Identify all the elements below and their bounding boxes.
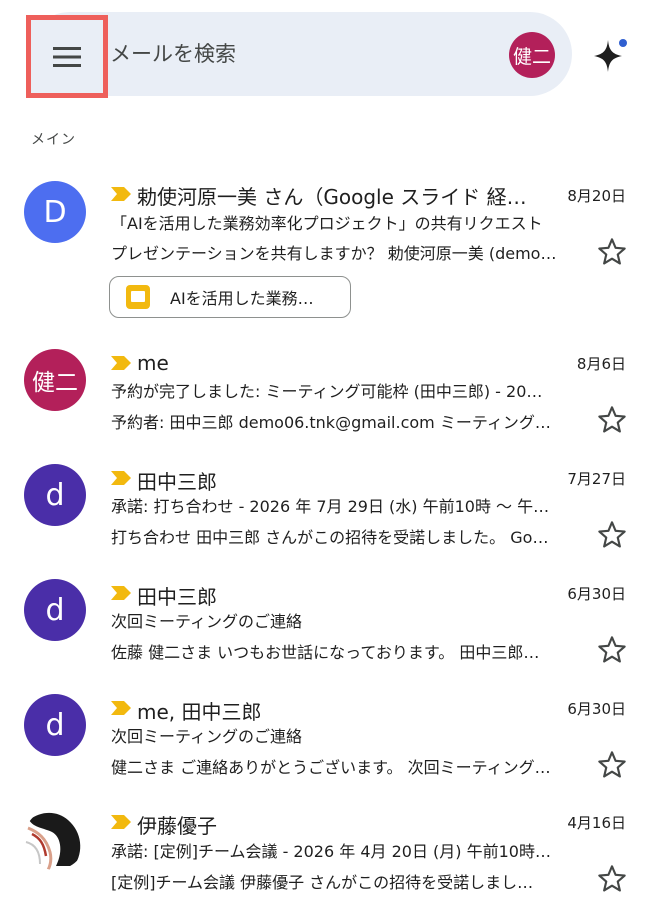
email-sender: me xyxy=(137,351,169,375)
attachment-chip[interactable]: AIを活用した業務… xyxy=(109,276,351,318)
sender-avatar[interactable]: d xyxy=(24,579,86,641)
sender-photo-avatar[interactable] xyxy=(24,808,86,870)
star-icon[interactable] xyxy=(596,404,628,436)
email-sender: 勅使河原一美 さん（Google スライド 経… xyxy=(137,185,527,209)
email-snippet: プレゼンテーションを共有しますか？ 勅使河原一美 (demo… xyxy=(111,244,557,263)
importance-marker-icon xyxy=(111,471,131,485)
importance-marker-icon xyxy=(111,815,131,829)
email-date: 8月6日 xyxy=(576,355,626,373)
google-slides-icon xyxy=(126,285,150,309)
sender-avatar[interactable]: d xyxy=(24,464,86,526)
star-icon[interactable] xyxy=(596,749,628,781)
sender-avatar[interactable]: d xyxy=(24,694,86,756)
email-date: 4月16日 xyxy=(567,814,626,832)
email-subject: 承諾: 打ち合わせ - 2026 年 7月 29日 (水) 午前10時 ～ 午… xyxy=(111,497,550,516)
email-snippet: 健二さま ご連絡ありがとうございます。 次回ミーティング… xyxy=(111,758,551,777)
email-sender: 田中三郎 xyxy=(137,470,217,494)
sender-avatar[interactable]: 健二 xyxy=(24,349,86,411)
star-icon[interactable] xyxy=(596,863,628,895)
email-sender: 田中三郎 xyxy=(137,585,217,609)
email-subject: 次回ミーティングのご連絡 xyxy=(111,612,303,631)
star-icon[interactable] xyxy=(596,236,628,268)
importance-marker-icon xyxy=(111,701,131,715)
email-snippet: [定例]チーム会議 伊藤優子 さんがこの招待を受諾しまし… xyxy=(111,873,534,892)
gemini-sparkle-icon[interactable] xyxy=(590,36,630,76)
email-subject: 予約が完了しました: ミーティング可能枠 (田中三郎) - 20… xyxy=(111,382,543,401)
importance-marker-icon xyxy=(111,356,131,370)
email-date: 7月27日 xyxy=(567,470,626,488)
hamburger-menu-icon xyxy=(53,46,81,67)
email-subject: 「AIを活用した業務効率化プロジェクト」の共有リクエスト xyxy=(111,214,543,233)
email-subject: 次回ミーティングのご連絡 xyxy=(111,727,303,746)
email-snippet: 打ち合わせ 田中三郎 さんがこの招待を受諾しました。 Go… xyxy=(111,528,549,547)
email-subject: 承諾: [定例]チーム会議 - 2026 年 4月 20日 (月) 午前10時… xyxy=(111,842,551,861)
email-snippet: 予約者: 田中三郎 demo06.tnk@gmail.com ミーティング… xyxy=(111,413,551,432)
email-date: 6月30日 xyxy=(567,700,626,718)
attachment-chip-label: AIを活用した業務… xyxy=(170,289,314,308)
account-avatar[interactable]: 健二 xyxy=(509,32,555,78)
search-input[interactable]: メールを検索 xyxy=(110,38,236,68)
importance-marker-icon xyxy=(111,586,131,600)
email-date: 8月20日 xyxy=(567,187,626,205)
star-icon[interactable] xyxy=(596,634,628,666)
sender-avatar[interactable]: D xyxy=(24,181,86,243)
email-snippet: 佐藤 健二さま いつもお世話になっております。 田中三郎… xyxy=(111,643,540,662)
menu-button[interactable] xyxy=(26,15,108,98)
email-sender: me, 田中三郎 xyxy=(137,700,262,724)
email-sender: 伊藤優子 xyxy=(137,814,217,838)
email-date: 6月30日 xyxy=(567,585,626,603)
importance-marker-icon xyxy=(111,187,131,201)
star-icon[interactable] xyxy=(596,519,628,551)
section-label: メイン xyxy=(31,132,76,148)
